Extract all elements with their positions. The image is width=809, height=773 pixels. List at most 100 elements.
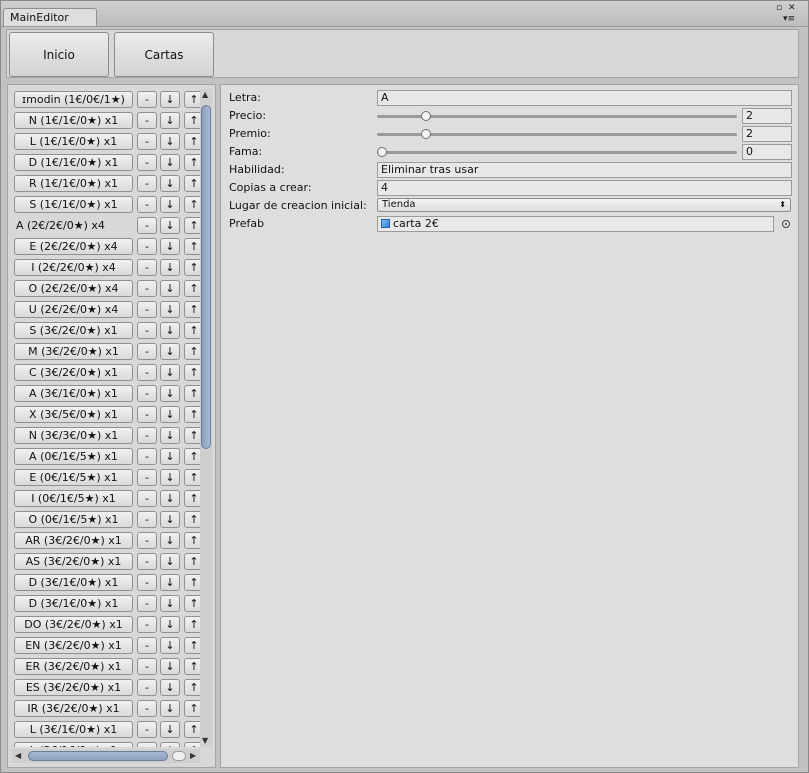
card-select-button[interactable]: U (2€/2€/0★) x4 bbox=[14, 301, 133, 318]
card-select-button[interactable]: A (0€/1€/5★) x1 bbox=[14, 448, 133, 465]
menu-icon[interactable]: ▾≡ bbox=[783, 15, 795, 24]
move-down-button[interactable]: ↓ bbox=[160, 553, 180, 570]
card-select-button[interactable]: ɪmodin (1€/0€/1★) bbox=[14, 91, 133, 108]
maximize-icon[interactable]: ▫ bbox=[776, 4, 782, 13]
close-icon[interactable]: ✕ bbox=[788, 4, 796, 13]
card-select-button[interactable]: S (3€/2€/0★) x1 bbox=[14, 322, 133, 339]
remove-card-button[interactable]: - bbox=[137, 259, 157, 276]
move-down-button[interactable]: ↓ bbox=[160, 616, 180, 633]
card-select-button[interactable]: L (3€/1€/0★) x1 bbox=[14, 721, 133, 738]
move-down-button[interactable]: ↓ bbox=[160, 238, 180, 255]
move-up-button[interactable]: ↑ bbox=[184, 658, 200, 675]
remove-card-button[interactable]: - bbox=[137, 658, 157, 675]
move-down-button[interactable]: ↓ bbox=[160, 679, 180, 696]
cartas-button[interactable]: Cartas bbox=[114, 32, 214, 77]
move-down-button[interactable]: ↓ bbox=[160, 511, 180, 528]
card-select-button[interactable]: R (1€/1€/0★) x1 bbox=[14, 175, 133, 192]
scroll-right-arrow-icon[interactable]: ▶ bbox=[190, 752, 196, 760]
precio-slider[interactable] bbox=[377, 115, 737, 118]
card-select-button[interactable]: ER (3€/2€/0★) x1 bbox=[14, 658, 133, 675]
card-select-button[interactable]: ES (3€/2€/0★) x1 bbox=[14, 679, 133, 696]
remove-card-button[interactable]: - bbox=[137, 700, 157, 717]
horizontal-scroll-thumb[interactable] bbox=[28, 751, 168, 761]
move-down-button[interactable]: ↓ bbox=[160, 322, 180, 339]
move-down-button[interactable]: ↓ bbox=[160, 364, 180, 381]
card-select-button[interactable]: E (2€/2€/0★) x4 bbox=[14, 238, 133, 255]
prefab-object-field[interactable]: carta 2€ bbox=[377, 216, 774, 232]
move-down-button[interactable]: ↓ bbox=[160, 700, 180, 717]
object-picker-icon[interactable] bbox=[782, 220, 790, 228]
card-select-button[interactable]: A (3€/1€/0★) x1 bbox=[14, 385, 133, 402]
remove-card-button[interactable]: - bbox=[137, 133, 157, 150]
move-up-button[interactable]: ↑ bbox=[184, 91, 200, 108]
move-up-button[interactable]: ↑ bbox=[184, 301, 200, 318]
habilidad-field[interactable]: Eliminar tras usar bbox=[377, 162, 792, 178]
horizontal-scrollbar[interactable]: ◀ ▶ bbox=[12, 749, 200, 763]
move-down-button[interactable]: ↓ bbox=[160, 742, 180, 747]
move-up-button[interactable]: ↑ bbox=[184, 364, 200, 381]
move-down-button[interactable]: ↓ bbox=[160, 280, 180, 297]
card-select-button[interactable]: D (1€/1€/0★) x1 bbox=[14, 154, 133, 171]
remove-card-button[interactable]: - bbox=[137, 637, 157, 654]
card-select-button[interactable]: S (1€/1€/0★) x1 bbox=[14, 196, 133, 213]
move-down-button[interactable]: ↓ bbox=[160, 133, 180, 150]
card-select-button[interactable]: I (2€/2€/0★) x4 bbox=[14, 259, 133, 276]
move-down-button[interactable]: ↓ bbox=[160, 637, 180, 654]
move-down-button[interactable]: ↓ bbox=[160, 574, 180, 591]
move-up-button[interactable]: ↑ bbox=[184, 322, 200, 339]
card-select-button[interactable]: L (1€/1€/0★) x1 bbox=[14, 133, 133, 150]
move-up-button[interactable]: ↑ bbox=[184, 406, 200, 423]
card-select-button[interactable]: IR (3€/2€/0★) x1 bbox=[14, 700, 133, 717]
card-select-button[interactable]: D (3€/1€/0★) x1 bbox=[14, 574, 133, 591]
move-down-button[interactable]: ↓ bbox=[160, 154, 180, 171]
vertical-scroll-thumb[interactable] bbox=[201, 105, 211, 449]
move-up-button[interactable]: ↑ bbox=[184, 259, 200, 276]
card-select-button[interactable]: EN (3€/2€/0★) x1 bbox=[14, 637, 133, 654]
card-select-button[interactable]: D (3€/1€/0★) x1 bbox=[14, 595, 133, 612]
move-up-button[interactable]: ↑ bbox=[184, 595, 200, 612]
move-up-button[interactable]: ↑ bbox=[184, 196, 200, 213]
precio-slider-knob[interactable] bbox=[420, 111, 431, 121]
remove-card-button[interactable]: - bbox=[137, 616, 157, 633]
remove-card-button[interactable]: - bbox=[137, 364, 157, 381]
scroll-down-arrow-icon[interactable]: ▼ bbox=[202, 737, 208, 745]
move-up-button[interactable]: ↑ bbox=[184, 721, 200, 738]
remove-card-button[interactable]: - bbox=[137, 238, 157, 255]
remove-card-button[interactable]: - bbox=[137, 679, 157, 696]
copias-field[interactable]: 4 bbox=[377, 180, 792, 196]
card-select-button[interactable]: I (0€/1€/5★) x1 bbox=[14, 490, 133, 507]
card-select-button[interactable]: L (3€/1€/0★) x1 bbox=[14, 742, 133, 747]
move-up-button[interactable]: ↑ bbox=[184, 280, 200, 297]
move-up-button[interactable]: ↑ bbox=[184, 742, 200, 747]
card-select-button[interactable]: DO (3€/2€/0★) x1 bbox=[14, 616, 133, 633]
remove-card-button[interactable]: - bbox=[137, 154, 157, 171]
remove-card-button[interactable]: - bbox=[137, 490, 157, 507]
move-down-button[interactable]: ↓ bbox=[160, 427, 180, 444]
move-up-button[interactable]: ↑ bbox=[184, 574, 200, 591]
move-up-button[interactable]: ↑ bbox=[184, 238, 200, 255]
horizontal-scroll-knob[interactable] bbox=[172, 751, 186, 761]
move-up-button[interactable]: ↑ bbox=[184, 469, 200, 486]
premio-value-field[interactable]: 2 bbox=[742, 126, 792, 142]
move-down-button[interactable]: ↓ bbox=[160, 91, 180, 108]
move-down-button[interactable]: ↓ bbox=[160, 469, 180, 486]
move-down-button[interactable]: ↓ bbox=[160, 259, 180, 276]
move-down-button[interactable]: ↓ bbox=[160, 175, 180, 192]
remove-card-button[interactable]: - bbox=[137, 91, 157, 108]
move-up-button[interactable]: ↑ bbox=[184, 490, 200, 507]
vertical-scrollbar[interactable]: ▲ ▼ bbox=[200, 89, 212, 747]
remove-card-button[interactable]: - bbox=[137, 406, 157, 423]
fama-slider[interactable] bbox=[377, 151, 737, 154]
remove-card-button[interactable]: - bbox=[137, 742, 157, 747]
remove-card-button[interactable]: - bbox=[137, 175, 157, 192]
move-down-button[interactable]: ↓ bbox=[160, 721, 180, 738]
move-down-button[interactable]: ↓ bbox=[160, 595, 180, 612]
card-select-button[interactable]: X (3€/5€/0★) x1 bbox=[14, 406, 133, 423]
remove-card-button[interactable]: - bbox=[137, 427, 157, 444]
lugar-dropdown[interactable]: Tienda ⬍ bbox=[377, 198, 791, 212]
move-up-button[interactable]: ↑ bbox=[184, 427, 200, 444]
move-up-button[interactable]: ↑ bbox=[184, 154, 200, 171]
premio-slider[interactable] bbox=[377, 133, 737, 136]
remove-card-button[interactable]: - bbox=[137, 301, 157, 318]
move-up-button[interactable]: ↑ bbox=[184, 637, 200, 654]
